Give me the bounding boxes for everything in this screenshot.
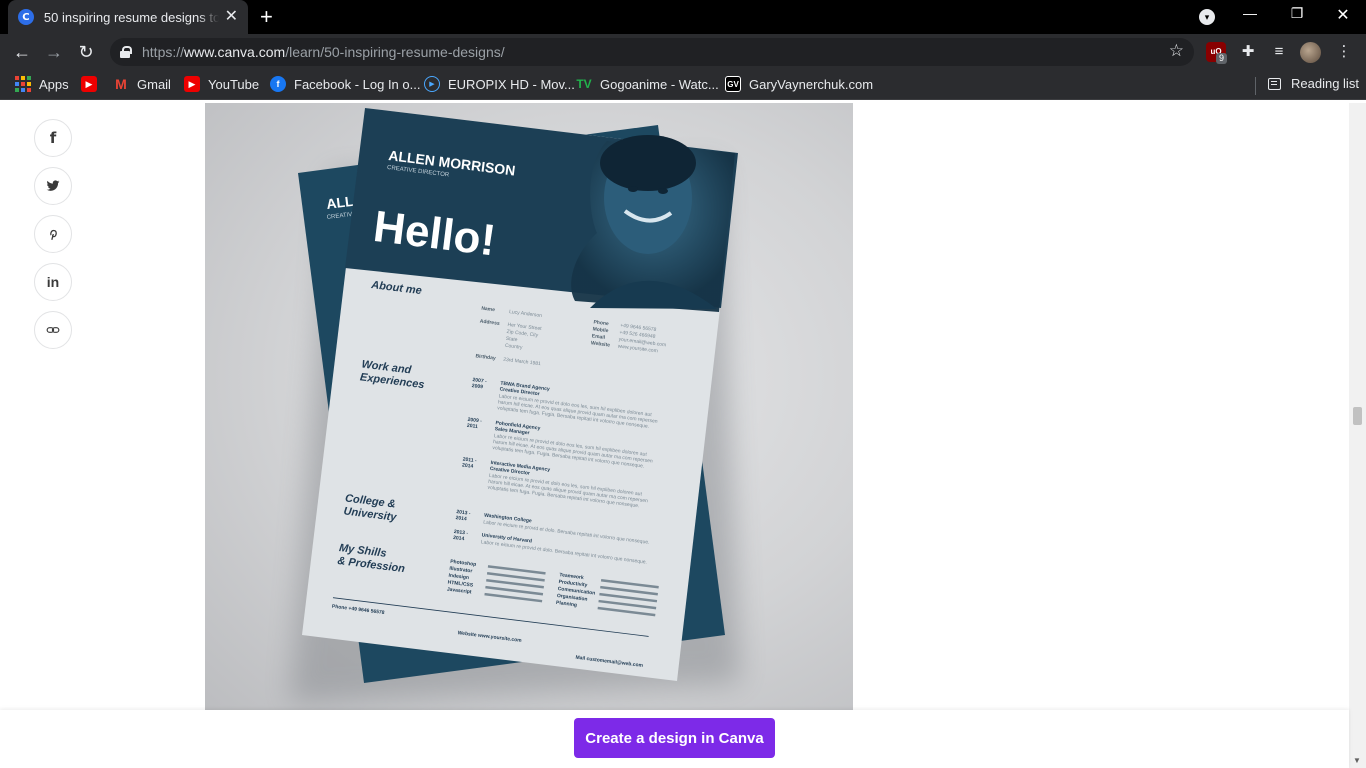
share-facebook-button[interactable]: f <box>34 119 72 157</box>
scroll-down-arrow-icon[interactable]: ▼ <box>1353 756 1361 765</box>
bookmark-star-icon[interactable]: ☆ <box>1169 41 1184 61</box>
share-twitter-button[interactable] <box>34 167 72 205</box>
gogoanime-icon: TV <box>576 77 592 91</box>
page-content: f in ALL CREATIVE ALLEN MORRISON CREATIV… <box>0 103 1366 768</box>
new-tab-button[interactable]: + <box>260 6 273 28</box>
pinterest-icon <box>50 229 57 240</box>
bookmark-europix[interactable]: ▶ EUROPIX HD - Mov... <box>424 76 575 92</box>
restore-button[interactable]: ❐ <box>1285 5 1309 22</box>
apps-grid-icon <box>15 76 31 92</box>
portrait-photo <box>571 135 735 312</box>
gmail-icon: M <box>115 76 127 92</box>
browser-toolbar: ← → ↻ https://www.canva.com/learn/50-ins… <box>0 34 1366 70</box>
page-scrollbar[interactable]: ▼ <box>1349 103 1366 768</box>
twitter-icon <box>46 180 60 191</box>
reading-list-icon <box>1268 77 1281 90</box>
bookmark-gmail[interactable]: M Gmail <box>113 76 171 92</box>
media-control-icon[interactable]: ≡ <box>1269 42 1289 62</box>
gv-icon: GV <box>725 76 741 92</box>
resume-mockup-illustration: ALL CREATIVE ALLEN MORRISON CREATIVE DIR… <box>290 108 740 703</box>
scrollbar-thumb[interactable] <box>1353 407 1362 425</box>
forward-arrow-icon[interactable]: → <box>43 41 65 63</box>
bookmark-youtube-icon-only[interactable]: ▶ <box>81 76 105 92</box>
europix-icon: ▶ <box>424 76 440 92</box>
active-tab[interactable]: C 50 inspiring resume designs to learn f… <box>8 0 248 34</box>
bookmark-facebook[interactable]: f Facebook - Log In o... <box>270 76 420 92</box>
url-text[interactable]: https://www.canva.com/learn/50-inspiring… <box>142 44 505 60</box>
window-close-button[interactable]: ✕ <box>1331 5 1355 25</box>
address-bar[interactable]: https://www.canva.com/learn/50-inspiring… <box>110 38 1194 66</box>
svg-text:ALL: ALL <box>325 193 354 212</box>
share-pinterest-button[interactable] <box>34 215 72 253</box>
link-icon <box>46 327 60 333</box>
minimize-button[interactable]: — <box>1238 5 1262 21</box>
extensions-puzzle-icon[interactable]: ✚ <box>1238 42 1258 62</box>
canva-favicon-icon: C <box>18 9 34 25</box>
share-sidebar: f in <box>34 119 72 359</box>
share-linkedin-button[interactable]: in <box>34 263 72 301</box>
bookmark-gogoanime[interactable]: TV Gogoanime - Watc... <box>576 76 718 92</box>
tab-search-icon[interactable]: ▾ <box>1199 9 1215 25</box>
reading-list-button[interactable]: Reading list <box>1268 76 1359 91</box>
create-design-button[interactable]: Create a design in Canva <box>574 718 775 758</box>
tab-close-icon[interactable]: ✕ <box>225 9 238 25</box>
profile-avatar[interactable] <box>1300 42 1321 63</box>
reload-icon[interactable]: ↻ <box>75 41 97 63</box>
tab-strip: C 50 inspiring resume designs to learn f… <box>0 0 1366 34</box>
bookmarks-divider <box>1255 77 1256 95</box>
ublock-badge: 9 <box>1216 53 1228 64</box>
article-image: ALL CREATIVE ALLEN MORRISON CREATIVE DIR… <box>205 103 853 710</box>
browser-menu-icon[interactable]: ⋮ <box>1334 42 1354 62</box>
lock-icon[interactable] <box>120 46 132 58</box>
back-arrow-icon[interactable]: ← <box>11 41 33 63</box>
facebook-icon: f <box>270 76 286 92</box>
bookmarks-bar: Apps ▶ M Gmail ▶ YouTube f Facebook - Lo… <box>0 70 1366 100</box>
bookmark-youtube[interactable]: ▶ YouTube <box>184 76 259 92</box>
youtube-icon: ▶ <box>81 76 97 92</box>
copy-link-button[interactable] <box>34 311 72 349</box>
sticky-cta-bar: Create a design in Canva <box>0 710 1349 768</box>
bookmark-garyvaynerchuk[interactable]: GV GaryVaynerchuk.com <box>725 76 873 92</box>
tab-title: 50 inspiring resume designs to learn fro… <box>43 9 219 25</box>
bookmark-apps[interactable]: Apps <box>15 76 69 92</box>
linkedin-icon: in <box>46 274 60 290</box>
facebook-icon: f <box>49 129 57 147</box>
youtube-icon: ▶ <box>184 76 200 92</box>
resume-front-page: ALLEN MORRISON CREATIVE DIRECTOR Hello! … <box>302 108 738 681</box>
